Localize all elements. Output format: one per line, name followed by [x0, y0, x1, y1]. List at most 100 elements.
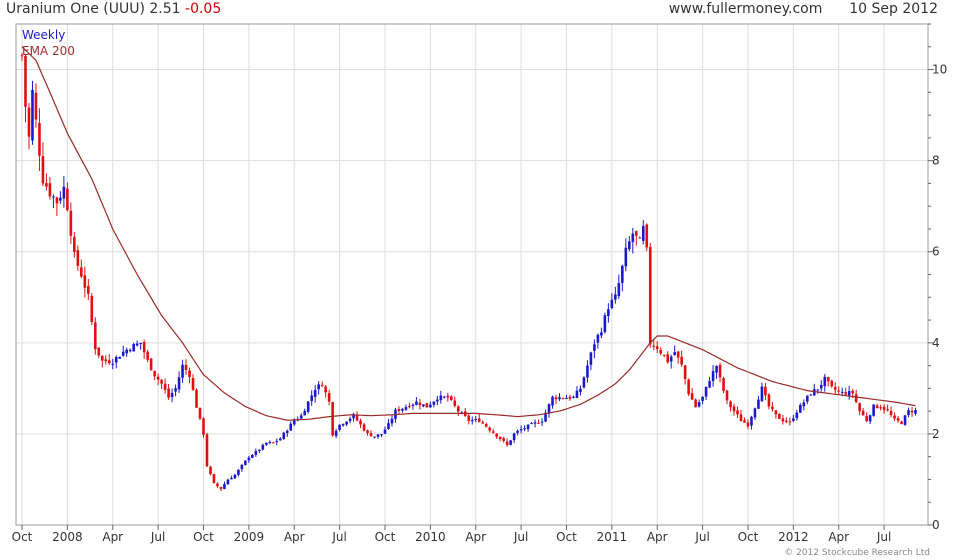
candle-body: [299, 415, 303, 419]
candle-body: [233, 474, 237, 479]
legend-ema: EMA 200: [22, 44, 75, 58]
candle-body: [456, 406, 460, 412]
candle-body: [345, 421, 348, 425]
candle-body: [48, 183, 52, 197]
x-tick-label: Apr: [465, 530, 486, 544]
candle-body: [533, 422, 537, 424]
candle-body: [121, 351, 125, 356]
candle-body: [38, 123, 41, 156]
candle-body: [387, 423, 390, 429]
candle-body: [254, 451, 258, 455]
candle-body: [313, 389, 317, 397]
candle-body: [774, 410, 778, 415]
candle-body: [809, 394, 813, 396]
candle-body: [767, 394, 771, 407]
candle-body: [163, 383, 167, 390]
candle-body: [320, 384, 324, 387]
candle-body: [826, 377, 830, 382]
candle-body: [481, 422, 485, 424]
candle-body: [760, 386, 764, 401]
candle-body: [683, 365, 687, 380]
candle-body: [575, 390, 579, 398]
x-tick-label: 2010: [415, 530, 446, 544]
candle-body: [219, 486, 223, 489]
candle-body: [673, 352, 676, 355]
x-tick-label: Apr: [102, 530, 123, 544]
candle-body: [397, 408, 401, 411]
candle-body: [380, 434, 383, 436]
candle-body: [565, 397, 568, 400]
candle-body: [614, 294, 617, 300]
candle-body: [669, 356, 673, 362]
candle-body: [900, 421, 903, 425]
candle-body: [202, 418, 205, 435]
copyright-text: © 2012 Stockcube Research Ltd: [784, 548, 930, 558]
candle-body: [331, 402, 334, 436]
candle-body: [655, 346, 659, 349]
candle-body: [317, 384, 320, 390]
candle-body: [128, 350, 132, 352]
candle-body: [467, 415, 471, 421]
candle-body: [408, 405, 411, 408]
candle-body: [118, 356, 122, 359]
candle-body: [624, 247, 628, 267]
candle-body: [607, 309, 610, 317]
candle-body: [568, 396, 572, 399]
candle-body: [505, 441, 509, 445]
candle-body: [195, 389, 198, 408]
candle-body: [554, 397, 558, 400]
candle-body: [847, 391, 851, 396]
legend-weekly: Weekly: [22, 28, 66, 42]
candle-body: [547, 404, 551, 414]
candle-body: [177, 377, 181, 390]
candle-body: [551, 396, 554, 406]
candle-body: [865, 416, 868, 422]
candle-body: [802, 402, 806, 407]
candle-body: [338, 424, 341, 430]
candle-body: [432, 401, 436, 405]
candle-body: [778, 413, 781, 419]
candle-body: [816, 389, 820, 391]
candle-body: [875, 405, 879, 409]
candle-body: [212, 474, 216, 484]
candle-body: [76, 250, 80, 266]
candle-body: [771, 406, 774, 410]
candle-body: [45, 183, 48, 187]
candle-body: [271, 442, 275, 444]
candle-body: [641, 225, 645, 241]
candle-body: [90, 295, 94, 322]
candle-body: [174, 388, 177, 392]
candle-body: [142, 342, 146, 353]
candle-body: [34, 92, 38, 120]
candle-body: [477, 418, 481, 422]
candle-body: [736, 410, 739, 415]
candle-body: [491, 431, 495, 433]
candle-body: [93, 322, 97, 350]
candle-body: [450, 396, 453, 401]
x-tick-label: 2008: [52, 530, 83, 544]
candle-body: [373, 436, 376, 438]
candle-body: [488, 427, 491, 431]
candle-body: [704, 386, 708, 397]
x-tick-label: Jul: [150, 530, 165, 544]
candle-body: [170, 392, 174, 398]
y-axis: 0246810: [928, 23, 947, 532]
candle-body: [582, 377, 586, 388]
x-tick-label: Oct: [738, 530, 759, 544]
candle-body: [854, 394, 858, 403]
x-tick-label: 2011: [597, 530, 628, 544]
candle-body: [830, 380, 834, 387]
candle-body: [561, 398, 565, 400]
candle-body: [439, 395, 443, 401]
candle-body: [694, 399, 697, 407]
candle-body: [153, 370, 156, 377]
candle-body: [530, 423, 533, 425]
candle-body: [31, 89, 34, 141]
candle-body: [882, 406, 886, 411]
candle-body: [666, 354, 670, 363]
candle-body: [858, 403, 861, 412]
candle-body: [104, 359, 108, 362]
candle-body: [785, 420, 788, 422]
x-tick-label: Oct: [375, 530, 396, 544]
candle-body: [907, 410, 910, 415]
